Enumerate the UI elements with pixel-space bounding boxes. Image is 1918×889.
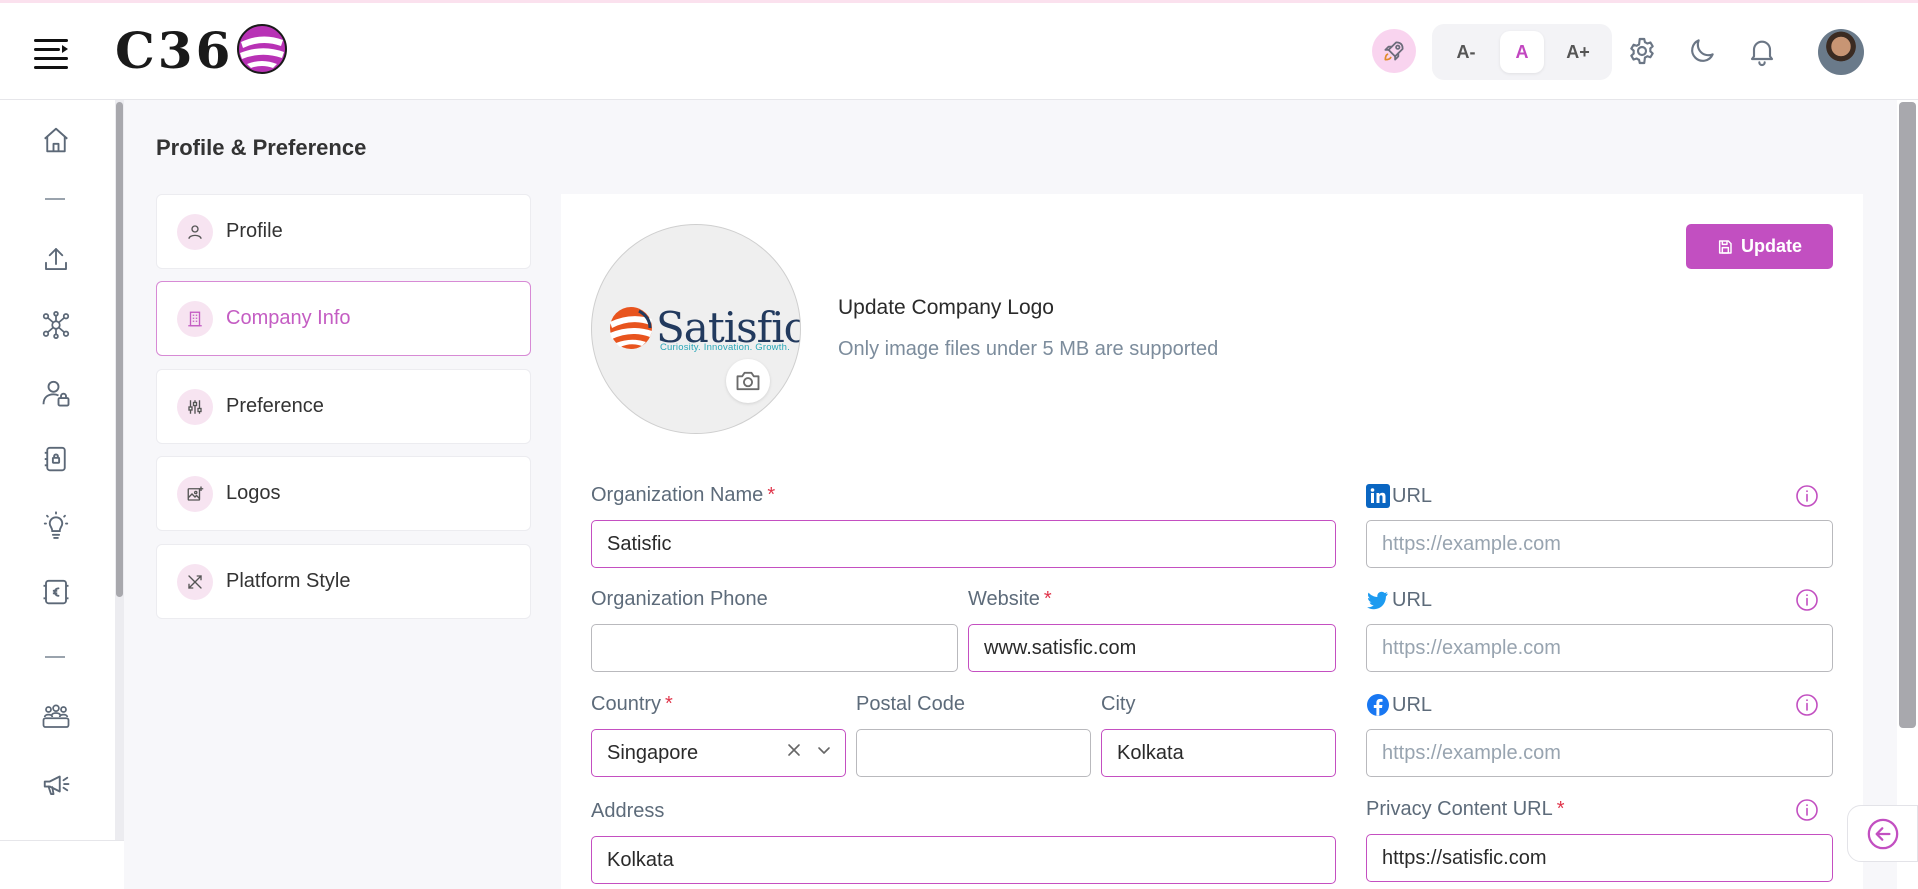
country-label: Country *: [591, 693, 673, 715]
brand-globe-icon: [237, 23, 288, 74]
moon-icon[interactable]: [1684, 33, 1720, 69]
address-label: Address: [591, 800, 665, 822]
arrow-left-circle-icon: [1867, 818, 1898, 849]
chevron-down-icon[interactable]: [817, 743, 831, 757]
facebook-url-label: URL: [1366, 693, 1432, 717]
side-navigation: [0, 100, 124, 889]
facebook-icon: [1367, 694, 1389, 716]
user-avatar[interactable]: [1818, 29, 1864, 75]
company-logo-mark: [610, 307, 652, 349]
company-logo-preview[interactable]: Satisfic Curiosity. Innovation. Growth.: [591, 224, 801, 434]
menu-item-label: Company Info: [226, 307, 351, 329]
website-input[interactable]: www.satisfic.com: [968, 624, 1336, 672]
user-lock-icon[interactable]: [38, 375, 74, 411]
brand-logo[interactable]: C36: [115, 21, 289, 80]
bell-icon[interactable]: [1744, 33, 1780, 69]
org-name-input[interactable]: Satisfic: [591, 520, 1336, 568]
info-icon[interactable]: [1795, 588, 1819, 612]
address-input[interactable]: Kolkata: [591, 836, 1336, 884]
main-scrollbar-thumb[interactable]: [1899, 102, 1916, 728]
font-increase-button[interactable]: A+: [1556, 31, 1600, 73]
rocket-icon[interactable]: [1372, 29, 1416, 73]
linkedin-icon: [1366, 484, 1390, 508]
website-label: Website *: [968, 588, 1052, 610]
nav-divider: [45, 198, 65, 200]
network-icon[interactable]: [38, 307, 74, 343]
back-button[interactable]: [1847, 805, 1918, 862]
update-button[interactable]: Update: [1686, 224, 1833, 269]
currency-card-icon[interactable]: [38, 574, 74, 610]
tools-icon: [177, 563, 213, 600]
sidebar-scrollbar[interactable]: [115, 100, 124, 889]
user-icon: [177, 213, 213, 250]
gear-icon[interactable]: [1624, 33, 1660, 69]
logo-upload-heading: Update Company Logo: [838, 296, 1054, 319]
menu-toggle-icon[interactable]: [34, 39, 68, 69]
menu-item-label: Platform Style: [226, 570, 351, 592]
menu-item-label: Preference: [226, 395, 324, 417]
clear-icon[interactable]: [787, 743, 801, 757]
lightbulb-icon[interactable]: [38, 508, 74, 544]
postal-code-input[interactable]: [856, 729, 1091, 777]
menu-item-logos[interactable]: Logos: [156, 456, 531, 531]
info-icon[interactable]: [1795, 693, 1819, 717]
twitter-icon: [1367, 591, 1388, 610]
company-logo-tagline: Curiosity. Innovation. Growth.: [660, 342, 790, 353]
org-phone-input[interactable]: [591, 624, 958, 672]
org-phone-label: Organization Phone: [591, 588, 768, 610]
postal-code-label: Postal Code: [856, 693, 965, 715]
sidebar-footer: [0, 840, 124, 889]
sliders-icon: [177, 388, 213, 425]
image-icon: [177, 475, 213, 512]
menu-item-profile[interactable]: Profile: [156, 194, 531, 269]
menu-item-label: Logos: [226, 482, 281, 504]
megaphone-icon[interactable]: [38, 766, 74, 802]
menu-item-preference[interactable]: Preference: [156, 369, 531, 444]
home-icon[interactable]: [38, 122, 74, 158]
page-title: Profile & Preference: [156, 135, 367, 160]
privacy-url-input[interactable]: https://satisfic.com: [1366, 834, 1833, 882]
city-label: City: [1101, 693, 1136, 715]
brand-name: C36: [115, 21, 234, 80]
menu-item-platform-style[interactable]: Platform Style: [156, 544, 531, 619]
linkedin-url-label: URL: [1366, 484, 1432, 508]
font-default-button[interactable]: A: [1500, 31, 1544, 73]
menu-item-label: Profile: [226, 220, 283, 242]
twitter-url-label: URL: [1366, 588, 1432, 612]
facebook-url-input[interactable]: https://example.com: [1366, 729, 1833, 777]
building-icon: [177, 300, 213, 337]
upload-icon[interactable]: [38, 241, 74, 277]
sidebar-scrollbar-thumb[interactable]: [116, 102, 123, 597]
team-icon[interactable]: [38, 699, 74, 735]
document-lock-icon[interactable]: [38, 441, 74, 477]
nav-divider: [45, 656, 65, 658]
camera-icon[interactable]: [726, 359, 770, 403]
twitter-url-input[interactable]: https://example.com: [1366, 624, 1833, 672]
privacy-url-label: Privacy Content URL *: [1366, 798, 1565, 820]
info-icon[interactable]: [1795, 798, 1819, 822]
font-decrease-button[interactable]: A-: [1444, 31, 1488, 73]
org-name-label: Organization Name *: [591, 484, 776, 506]
main-scrollbar[interactable]: [1897, 100, 1918, 889]
info-icon[interactable]: [1795, 484, 1819, 508]
linkedin-url-input[interactable]: https://example.com: [1366, 520, 1833, 568]
city-input[interactable]: Kolkata: [1101, 729, 1336, 777]
font-size-switcher: A- A A+: [1432, 24, 1612, 80]
update-button-label: Update: [1740, 236, 1802, 256]
logo-upload-hint: Only image files under 5 MB are supporte…: [838, 338, 1219, 360]
country-select[interactable]: Singapore: [591, 729, 846, 777]
save-icon: [1718, 239, 1732, 254]
menu-item-company-info[interactable]: Company Info: [156, 281, 531, 356]
